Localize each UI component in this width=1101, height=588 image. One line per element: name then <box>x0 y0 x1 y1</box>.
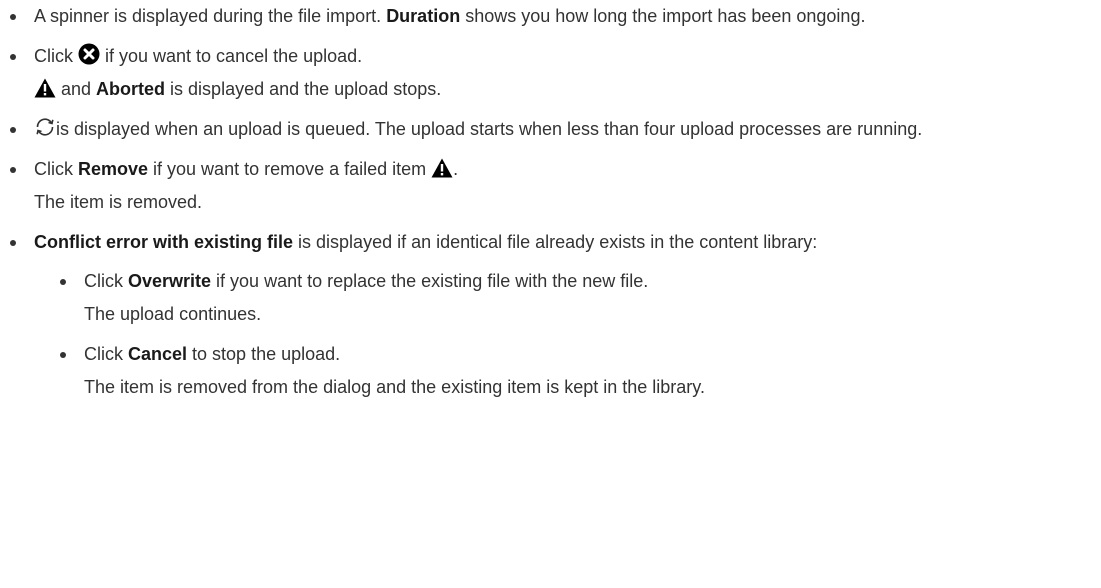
list-item-spinner: A spinner is displayed during the file i… <box>0 0 1084 33</box>
item-text: if you want to remove a failed item <box>148 159 432 179</box>
list-item-remove: Click Remove if you want to remove a fai… <box>0 153 1084 219</box>
cancel-term: Cancel <box>128 344 188 364</box>
item-text: is displayed if an identical file alread… <box>293 232 818 252</box>
remove-term: Remove <box>78 159 149 179</box>
list-item-cancel-upload: Click if you want to cancel the upload. … <box>0 40 1084 106</box>
item-line: Click Overwrite if you want to replace t… <box>84 265 1084 298</box>
item-text: Click <box>84 271 128 291</box>
list-item-conflict: Conflict error with existing file is dis… <box>0 226 1084 404</box>
item-text: is displayed when an upload is queued. T… <box>56 119 923 139</box>
item-text: . <box>453 159 459 179</box>
item-text: to stop the upload. <box>187 344 341 364</box>
conflict-term: Conflict error with existing file <box>34 232 294 252</box>
conflict-sublist: Click Overwrite if you want to replace t… <box>34 265 1084 404</box>
item-text: A spinner is displayed during the file i… <box>34 6 387 26</box>
aborted-term: Aborted <box>96 79 166 99</box>
item-line: Click Cancel to stop the upload. <box>84 338 1084 371</box>
warning-icon <box>34 78 56 98</box>
item-line: Click Remove if you want to remove a fai… <box>34 153 1084 186</box>
item-text: shows you how long the import has been o… <box>460 6 866 26</box>
warning-icon <box>431 158 453 178</box>
cancel-circle-icon <box>78 43 100 65</box>
sublist-item-cancel: Click Cancel to stop the upload. The ite… <box>34 338 1084 404</box>
item-result: The item is removed from the dialog and … <box>84 377 705 397</box>
item-text: Click <box>84 344 128 364</box>
sublist-item-overwrite: Click Overwrite if you want to replace t… <box>34 265 1084 331</box>
item-text: if you want to cancel the upload. <box>100 46 363 66</box>
item-line: Click if you want to cancel the upload. <box>34 40 1084 73</box>
instruction-list: A spinner is displayed during the file i… <box>0 0 1101 404</box>
item-text: is displayed and the upload stops. <box>165 79 442 99</box>
refresh-icon <box>34 116 56 138</box>
item-result: The item is removed. <box>34 192 203 212</box>
item-result: The upload continues. <box>84 304 262 324</box>
overwrite-term: Overwrite <box>128 271 212 291</box>
item-text: and <box>56 79 97 99</box>
list-item-queued: is displayed when an upload is queued. T… <box>0 113 1084 146</box>
duration-term: Duration <box>386 6 461 26</box>
item-text: if you want to replace the existing file… <box>211 271 649 291</box>
item-text: Click <box>34 46 78 66</box>
item-result-line: and Aborted is displayed and the upload … <box>34 73 1084 106</box>
item-text: Click <box>34 159 78 179</box>
document-body: A spinner is displayed during the file i… <box>0 0 1101 411</box>
